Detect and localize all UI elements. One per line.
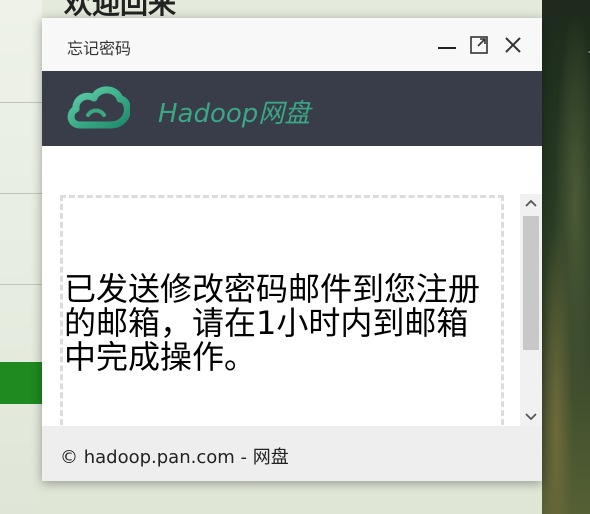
brand-header: Hadoop网盘 xyxy=(42,71,542,146)
cloud-logo-icon xyxy=(67,86,130,129)
background-edge-text: ｆ xyxy=(585,45,590,62)
minimize-button[interactable] xyxy=(437,35,457,55)
dialog-footer: © hadoop.pan.com - 网盘 xyxy=(42,426,542,481)
vertical-scrollbar[interactable] xyxy=(520,194,542,426)
maximize-icon xyxy=(470,36,488,54)
background-green-button xyxy=(0,362,42,404)
close-button[interactable] xyxy=(503,35,523,55)
dialog-title: 忘记密码 xyxy=(67,39,132,58)
scrollbar-thumb[interactable] xyxy=(523,216,539,350)
background-forest-image xyxy=(542,0,590,514)
scroll-down-button[interactable] xyxy=(520,406,542,426)
background-left-panel xyxy=(0,0,42,514)
copyright-text: © hadoop.pan.com - 网盘 xyxy=(60,447,289,468)
chevron-down-icon xyxy=(525,413,537,421)
close-icon xyxy=(505,37,521,53)
minimize-icon xyxy=(438,47,456,49)
scroll-up-button[interactable] xyxy=(520,194,542,214)
dialog-content: 已发送修改密码邮件到您注册的邮箱，请在1小时内到邮箱中完成操作。 xyxy=(42,146,520,426)
brand-name: Hadoop网盘 xyxy=(158,99,311,129)
maximize-button[interactable] xyxy=(469,35,489,55)
divider xyxy=(0,102,42,103)
forgot-password-dialog: 忘记密码 Hadoop网盘 已发送修改密码邮件到您注册的邮箱，请在1小时内到邮箱… xyxy=(42,18,542,481)
divider xyxy=(0,284,42,285)
divider xyxy=(0,193,42,194)
chevron-up-icon xyxy=(525,199,537,207)
dialog-titlebar: 忘记密码 xyxy=(42,18,542,71)
status-message: 已发送修改密码邮件到您注册的邮箱，请在1小时内到邮箱中完成操作。 xyxy=(64,270,481,376)
